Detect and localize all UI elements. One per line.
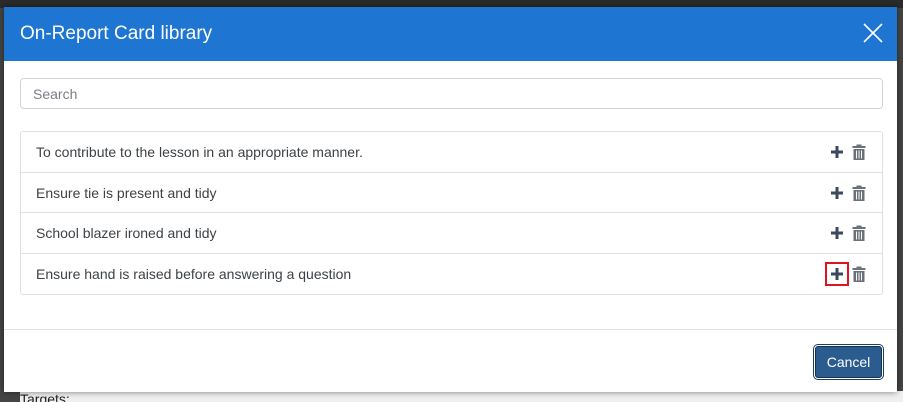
footer-divider — [4, 329, 897, 330]
delete-item-button[interactable] — [852, 224, 866, 242]
list-item-label: Ensure hand is raised before answering a… — [36, 265, 352, 282]
search-input[interactable] — [20, 78, 883, 109]
list-item-label: Ensure tie is present and tidy — [36, 184, 217, 201]
trash-icon — [852, 266, 866, 282]
backdrop-targets-label: Targets: — [20, 391, 903, 402]
delete-item-button[interactable] — [852, 143, 866, 161]
comment-list: To contribute to the lesson in an approp… — [20, 131, 883, 295]
list-item: Ensure hand is raised before answering a… — [21, 254, 882, 295]
cancel-button[interactable]: Cancel — [815, 346, 882, 378]
add-item-button[interactable] — [828, 184, 846, 202]
dialog-header: On-Report Card library — [4, 7, 897, 61]
trash-icon — [852, 144, 866, 160]
plus-icon — [831, 227, 843, 239]
add-item-button[interactable] — [828, 224, 846, 242]
list-item-label: To contribute to the lesson in an approp… — [36, 144, 363, 160]
dialog-title: On-Report Card library — [20, 23, 213, 44]
close-button[interactable] — [861, 21, 885, 45]
plus-icon — [831, 267, 843, 280]
plus-icon — [831, 146, 843, 158]
list-item: Ensure tie is present and tidy — [21, 173, 882, 213]
list-item-label: School blazer ironed and tidy — [36, 225, 217, 241]
delete-item-button[interactable] — [852, 265, 866, 283]
add-item-button[interactable] — [828, 143, 846, 161]
delete-item-button[interactable] — [852, 184, 866, 202]
plus-icon — [831, 186, 843, 199]
close-icon — [863, 23, 883, 43]
list-item: School blazer ironed and tidy — [21, 213, 882, 254]
list-item: To contribute to the lesson in an approp… — [21, 132, 882, 173]
trash-icon — [852, 185, 866, 201]
report-card-library-dialog: On-Report Card library To contribute to … — [4, 7, 897, 392]
add-item-button[interactable] — [825, 261, 849, 286]
trash-icon — [852, 225, 866, 241]
